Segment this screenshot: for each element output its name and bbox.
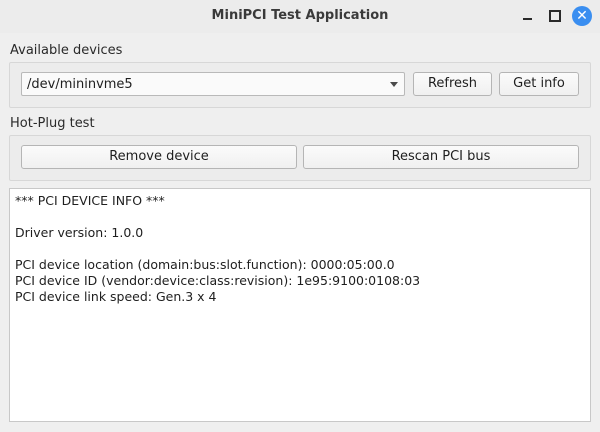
available-devices-label: Available devices	[10, 43, 123, 58]
output-textarea[interactable]: *** PCI DEVICE INFO *** Driver version: …	[9, 188, 591, 422]
output-line: PCI device ID (vendor:device:class:revis…	[15, 273, 421, 288]
device-select[interactable]: /dev/mininvme5	[21, 72, 405, 96]
refresh-button[interactable]: Refresh	[413, 72, 492, 96]
output-lines: *** PCI DEVICE INFO *** Driver version: …	[15, 193, 420, 305]
output-line: *** PCI DEVICE INFO ***	[15, 193, 165, 208]
output-line: PCI device link speed: Gen.3 x 4	[15, 289, 217, 304]
window-title: MiniPCI Test Application	[211, 8, 389, 23]
close-icon[interactable]: ✕	[572, 6, 592, 26]
output-line: Driver version: 1.0.0	[15, 225, 144, 240]
maximize-icon[interactable]	[545, 6, 565, 26]
chevron-down-icon	[390, 82, 398, 87]
title-bar[interactable]: MiniPCI Test Application ✕	[0, 0, 600, 33]
device-select-value: /dev/mininvme5	[27, 77, 133, 92]
hot-plug-test-label: Hot-Plug test	[10, 116, 95, 131]
rescan-pci-bus-button[interactable]: Rescan PCI bus	[303, 145, 579, 169]
minimize-icon[interactable]	[517, 6, 537, 26]
get-info-button[interactable]: Get info	[499, 72, 579, 96]
output-line: PCI device location (domain:bus:slot.fun…	[15, 257, 395, 272]
remove-device-button[interactable]: Remove device	[21, 145, 297, 169]
